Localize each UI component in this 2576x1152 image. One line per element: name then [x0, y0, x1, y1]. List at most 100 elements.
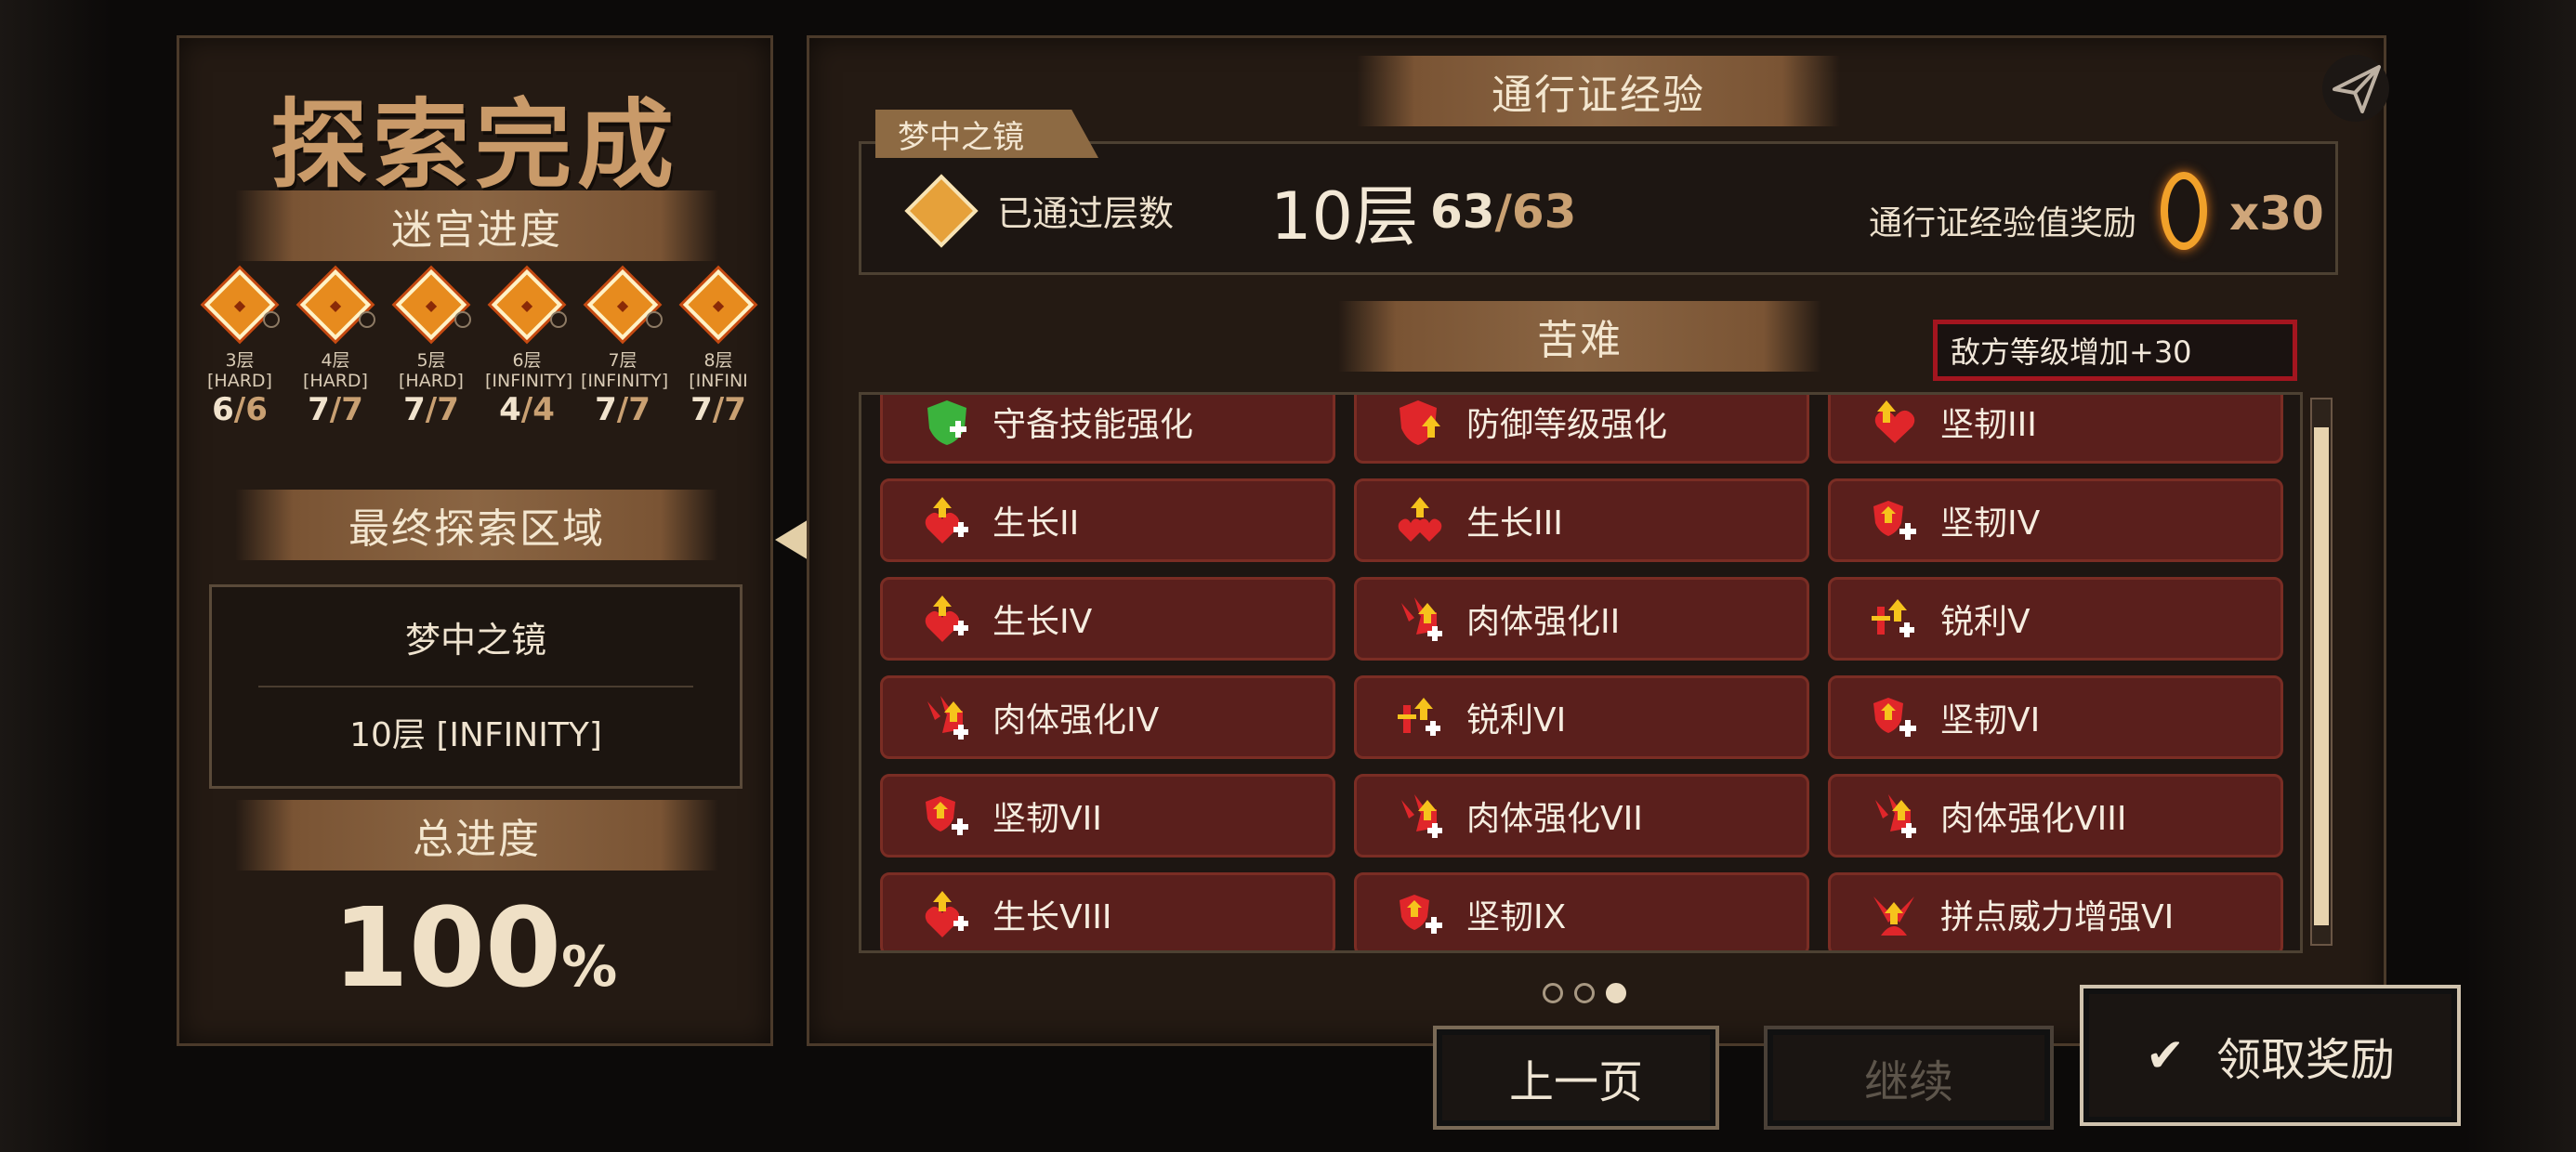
node-difficulty: [HARD] [207, 371, 272, 391]
node-total: /7 [425, 391, 459, 428]
reward-label: 通行证经验值奖励 [1869, 204, 2137, 242]
muscle-icon [922, 692, 972, 742]
page-indicator [1543, 983, 1626, 1003]
hardship-label: 拼点威力增强VI [1940, 898, 2175, 936]
passed-total: /63 [1494, 185, 1577, 239]
maze-node: ◆ 5层 [HARD] 7/7 [389, 263, 473, 428]
hardship-item[interactable]: 肉体强化VII [1354, 774, 1809, 857]
sword-up-icon [1870, 594, 1920, 644]
page-title: 探索完成 [269, 88, 679, 202]
hardship-label: 肉体强化VII [1466, 800, 1643, 838]
node-total: /7 [712, 391, 746, 428]
check-icon: ✔ [2146, 1028, 2185, 1082]
final-area-box: 梦中之镜 10层 [INFINITY] [209, 584, 743, 789]
hardship-item[interactable]: 肉体强化II [1354, 577, 1809, 661]
node-connector [646, 311, 663, 328]
node-emblem-icon: ◆ [520, 295, 533, 314]
total-progress-title: 总进度 [413, 816, 541, 863]
total-progress-value: 100% [179, 884, 770, 1012]
pass-exp-title: 通行证经验 [1492, 72, 1705, 119]
total-progress-unit: % [561, 935, 618, 1000]
heart-plus-icon [922, 889, 972, 939]
page-dot[interactable] [1543, 983, 1563, 1003]
node-cleared: 4 [499, 391, 521, 428]
node-diamond-icon: ◆ [395, 268, 467, 341]
shield-plus-icon [1870, 692, 1920, 742]
node-total: /6 [233, 391, 268, 428]
hardship-label: 坚韧VI [1940, 701, 2041, 740]
double-heart-icon [1396, 495, 1446, 545]
node-difficulty: [INFINITY] [581, 371, 669, 391]
node-count: 7/7 [581, 391, 664, 428]
hardship-label: 生长IV [992, 603, 1093, 641]
hardship-item[interactable]: 坚韧VII [880, 774, 1335, 857]
node-layer: 5层 [416, 350, 446, 371]
hardship-item[interactable]: 防御等级强化 [1354, 395, 1809, 464]
final-area-title: 最终探索区域 [348, 505, 605, 553]
node-count: 4/4 [485, 391, 569, 428]
node-connector [550, 311, 567, 328]
hardship-item[interactable]: 生长VIII [880, 872, 1335, 950]
node-cleared: 7 [595, 391, 617, 428]
final-area-banner: 最终探索区域 [235, 490, 718, 560]
node-emblem-icon: ◆ [233, 295, 246, 314]
hardship-item[interactable]: 生长IV [880, 577, 1335, 661]
shield-plus-icon [922, 791, 972, 841]
heart-plus-icon [922, 495, 972, 545]
page-dot[interactable] [1606, 983, 1626, 1003]
shield-plus-icon [1396, 889, 1446, 939]
node-difficulty: [HARD] [303, 371, 368, 391]
node-total: /7 [329, 391, 363, 428]
clash-power-icon [1870, 889, 1920, 939]
hardship-item[interactable]: 肉体强化VIII [1828, 774, 2283, 857]
area-tag: 梦中之镜 [875, 110, 1098, 158]
total-progress-number: 100 [332, 884, 562, 1012]
hardship-label: 坚韧IX [1466, 898, 1567, 936]
hardship-label: 锐利V [1940, 603, 2031, 641]
hardship-item[interactable]: 生长II [880, 478, 1335, 562]
passed-layers-value: 10层 [1270, 178, 1419, 255]
node-diamond-icon: ◆ [299, 268, 372, 341]
hardship-item[interactable]: 坚韧III [1828, 395, 2283, 464]
hardship-label: 生长III [1466, 504, 1563, 543]
hardship-item[interactable]: 坚韧IV [1828, 478, 2283, 562]
scroll-thumb[interactable] [2314, 427, 2329, 925]
hardship-item[interactable]: 锐利V [1828, 577, 2283, 661]
maze-node: ◆ 3层 [HARD] 6/6 [198, 263, 282, 428]
pass-exp-banner: 通行证经验 [1357, 56, 1840, 126]
total-progress-banner: 总进度 [235, 800, 718, 871]
share-icon[interactable] [2321, 54, 2390, 123]
node-difficulty: [HARD] [399, 371, 464, 391]
maze-progress-banner: 迷宫进度 [235, 190, 718, 261]
node-emblem-icon: ◆ [329, 295, 342, 314]
hardship-label: 锐利VI [1466, 701, 1567, 740]
hardship-scrollbar[interactable] [2310, 398, 2333, 946]
hardship-label: 生长II [992, 504, 1080, 543]
claim-reward-button[interactable]: ✔ 领取奖励 [2080, 985, 2461, 1126]
node-layer: 3层 [225, 350, 255, 371]
node-layer: 8层 [703, 350, 733, 371]
continue-button[interactable]: 继续 [1764, 1026, 2054, 1130]
hardship-item[interactable]: 锐利VI [1354, 675, 1809, 759]
node-connector [263, 311, 280, 328]
maze-node: ◆ 8层 [INFINI 7/7 [677, 263, 760, 428]
hardship-item[interactable]: 守备技能强化 [880, 395, 1335, 464]
final-area-name: 梦中之镜 [404, 620, 546, 661]
heart-plus-icon [922, 594, 972, 644]
final-area-layer: 10层 [INFINITY] [349, 716, 602, 754]
hardship-list[interactable]: 守备技能强化 防御等级强化 坚韧III 生长II 生长III 坚韧IV 生长IV 肉体强化II… [859, 392, 2303, 953]
sword-up-icon [1396, 692, 1446, 742]
hardship-item[interactable]: 坚韧VI [1828, 675, 2283, 759]
page-dot[interactable] [1574, 983, 1595, 1003]
hardship-item[interactable]: 坚韧IX [1354, 872, 1809, 950]
hardship-item[interactable]: 生长III [1354, 478, 1809, 562]
hardship-label: 坚韧VII [992, 800, 1102, 838]
node-total: /4 [520, 391, 555, 428]
node-layer: 7层 [608, 350, 637, 371]
previous-page-button[interactable]: 上一页 [1433, 1026, 1719, 1130]
hardship-item[interactable]: 肉体强化IV [880, 675, 1335, 759]
hardship-label: 肉体强化VIII [1940, 800, 2127, 838]
passed-cleared: 63 [1430, 185, 1495, 239]
hardship-item[interactable]: 拼点威力增强VI [1828, 872, 2283, 950]
passed-rooms-count: 63/63 [1430, 185, 1576, 239]
